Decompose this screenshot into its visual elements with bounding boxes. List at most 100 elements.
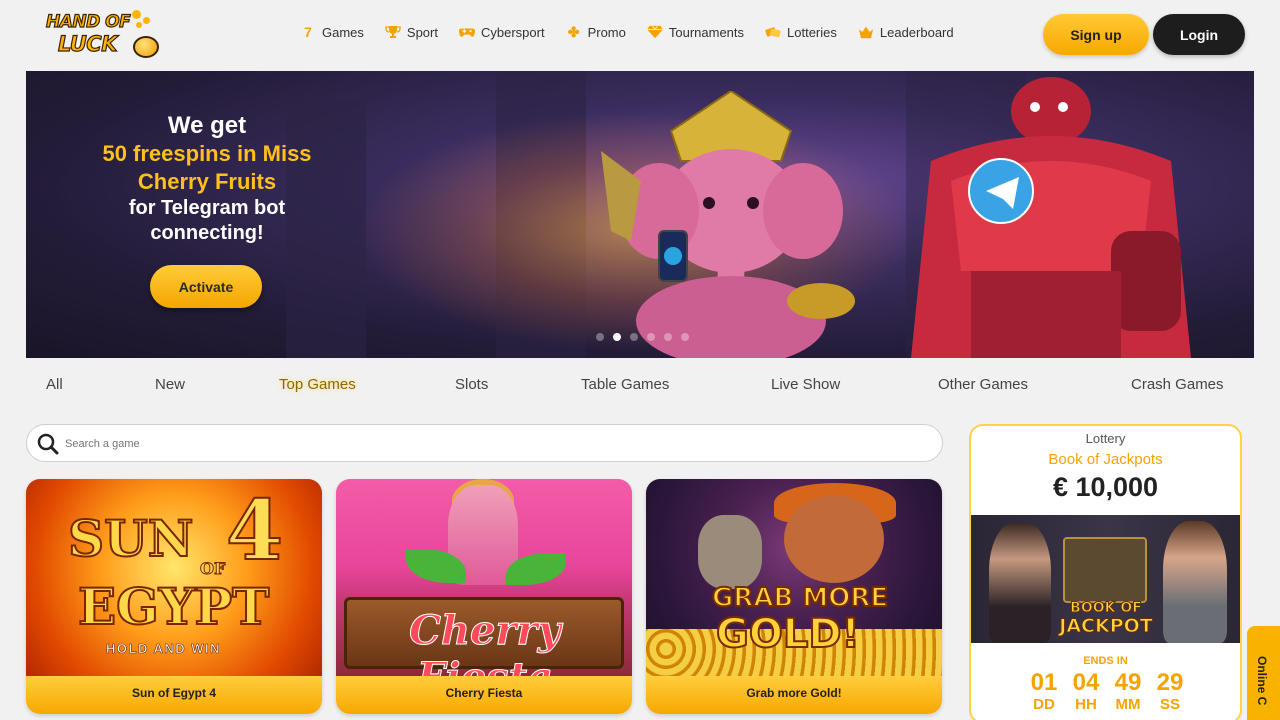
tickets-icon — [765, 24, 781, 40]
game-art-text: SUN — [67, 508, 194, 569]
nav-tournaments[interactable]: Tournaments — [646, 24, 745, 40]
tab-other-games[interactable]: Other Games — [938, 376, 1028, 393]
timer-unit: MM — [1115, 696, 1141, 713]
coin-icon — [133, 36, 159, 58]
ganesha-illustration — [601, 91, 855, 358]
activate-button[interactable]: Activate — [150, 265, 262, 308]
timer-unit: DD — [1033, 696, 1055, 713]
robot-illustration — [911, 77, 1191, 358]
banner-line3a: for Telegram bot — [128, 197, 286, 219]
game-card-grab-more-gold[interactable]: GRAB MORE GOLD! Grab more Gold! — [646, 479, 942, 714]
tab-crash-games[interactable]: Crash Games — [1131, 376, 1224, 393]
game-title: Sun of Egypt 4 — [26, 676, 322, 714]
sparkle-icon — [143, 17, 150, 24]
tab-new[interactable]: New — [155, 376, 185, 393]
search-input[interactable] — [65, 433, 925, 455]
search-icon — [37, 433, 59, 455]
game-thumbnail: GRAB MORE GOLD! — [646, 479, 942, 676]
nav-label: Lotteries — [787, 24, 837, 40]
lottery-heading: Lottery — [1085, 431, 1126, 446]
tab-top-games[interactable]: Top Games — [279, 376, 356, 393]
carousel-dot[interactable] — [664, 333, 672, 341]
lottery-prize: € 10,000 — [1052, 472, 1159, 502]
game-art-text: GOLD! — [715, 610, 861, 658]
character-man — [1163, 521, 1227, 643]
header: HAND OF LUCK 7 Games Sport Cybersport ✤ … — [0, 0, 1280, 70]
hand-of-luck-logo[interactable]: HAND OF LUCK — [44, 8, 159, 62]
game-art-subtitle: HOLD AND WIN — [106, 641, 222, 657]
trophy-icon — [385, 24, 401, 40]
game-thumbnail: SUN 4 OF EGYPT HOLD AND WIN — [26, 479, 322, 676]
lottery-widget[interactable]: Lottery Book of Jackpots € 10,000 BOOK O… — [969, 424, 1242, 720]
online-chat-label: Online C — [1255, 656, 1269, 706]
diamond-icon — [646, 24, 663, 40]
search-bar[interactable] — [26, 424, 943, 462]
timer-minutes: 49 MM — [1111, 669, 1145, 713]
lottery-image: BOOK OF JACKPOT — [971, 515, 1240, 643]
clover-icon: ✤ — [567, 23, 580, 40]
game-card-cherry-fiesta[interactable]: Cherry Fiesta Cherry Fiesta — [336, 479, 632, 714]
nav-leaderboard[interactable]: Leaderboard — [858, 24, 954, 40]
game-art-text: GRAB MORE — [711, 582, 889, 614]
crown-icon — [858, 24, 874, 40]
carousel-dot[interactable] — [647, 333, 655, 341]
nav-sport[interactable]: Sport — [385, 24, 438, 40]
timer-unit: SS — [1159, 696, 1180, 713]
logo-line1: HAND OF — [45, 11, 131, 32]
carousel-dot[interactable] — [630, 333, 638, 341]
game-title: Cherry Fiesta — [336, 676, 632, 714]
category-tabs: All New Top Games Slots Table Games Live… — [0, 372, 1280, 400]
ends-in-label: ENDS IN — [1083, 655, 1128, 667]
nav-games[interactable]: 7 Games — [300, 24, 364, 40]
book-icon — [1063, 537, 1147, 603]
seven-icon: 7 — [304, 24, 312, 40]
timer-unit: HH — [1075, 696, 1097, 713]
banner-line1: We get — [167, 112, 247, 139]
character-woman — [989, 523, 1051, 643]
timer-value: 01 — [1030, 669, 1058, 696]
online-chat-tab[interactable]: Online C — [1247, 626, 1280, 720]
carousel-dot[interactable] — [681, 333, 689, 341]
game-title: Grab more Gold! — [646, 676, 942, 714]
lottery-name[interactable]: Book of Jackpots — [971, 451, 1240, 468]
donkey-character — [698, 515, 762, 589]
timer-days: 01 DD — [1027, 669, 1061, 713]
carousel-dots — [596, 333, 689, 341]
nav-cybersport[interactable]: Cybersport — [458, 24, 545, 40]
gamepad-icon — [458, 24, 475, 40]
login-button[interactable]: Login — [1153, 14, 1245, 55]
nav-label: Games — [322, 24, 364, 40]
tab-table-games[interactable]: Table Games — [581, 376, 669, 393]
banner-line3b: connecting! — [150, 222, 264, 244]
tab-all[interactable]: All — [46, 376, 63, 393]
main-nav: 7 Games Sport Cybersport ✤ Promo Tournam… — [300, 24, 975, 41]
timer-value: 49 — [1114, 669, 1142, 696]
sign-up-button[interactable]: Sign up — [1043, 14, 1149, 55]
nav-promo[interactable]: ✤ Promo — [566, 24, 626, 40]
miner-character — [784, 495, 884, 583]
game-thumbnail: Cherry Fiesta — [336, 479, 632, 702]
lottery-art-text: BOOK OF JACKPOT — [1051, 599, 1161, 637]
nav-lotteries[interactable]: Lotteries — [765, 24, 837, 40]
game-art-number: 4 — [225, 482, 284, 580]
nav-label: Tournaments — [668, 24, 745, 40]
game-art-text: OF — [199, 559, 226, 579]
timer-value: 29 — [1156, 669, 1184, 696]
timer-hours: 04 HH — [1069, 669, 1103, 713]
tab-live-show[interactable]: Live Show — [771, 376, 840, 393]
promo-banner[interactable]: We get 50 freespins in Miss Cherry Fruit… — [26, 71, 1254, 358]
game-card-sun-of-egypt-4[interactable]: SUN 4 OF EGYPT HOLD AND WIN Sun of Egypt… — [26, 479, 322, 714]
sparkle-icon — [136, 22, 142, 28]
banner-highlight-2: Cherry Fruits — [137, 169, 277, 194]
game-art-text: EGYPT — [77, 576, 270, 637]
nav-label: Leaderboard — [879, 24, 954, 40]
sparkle-icon — [132, 10, 141, 19]
nav-label: Sport — [406, 24, 438, 40]
banner-highlight-1: 50 freespins in Miss — [102, 141, 312, 166]
timer-seconds: 29 SS — [1153, 669, 1187, 713]
lottery-art-line2: JACKPOT — [1059, 615, 1153, 637]
tab-slots[interactable]: Slots — [455, 376, 488, 393]
logo-line2: LUCK — [57, 31, 118, 56]
carousel-dot-active[interactable] — [613, 333, 621, 341]
carousel-dot[interactable] — [596, 333, 604, 341]
